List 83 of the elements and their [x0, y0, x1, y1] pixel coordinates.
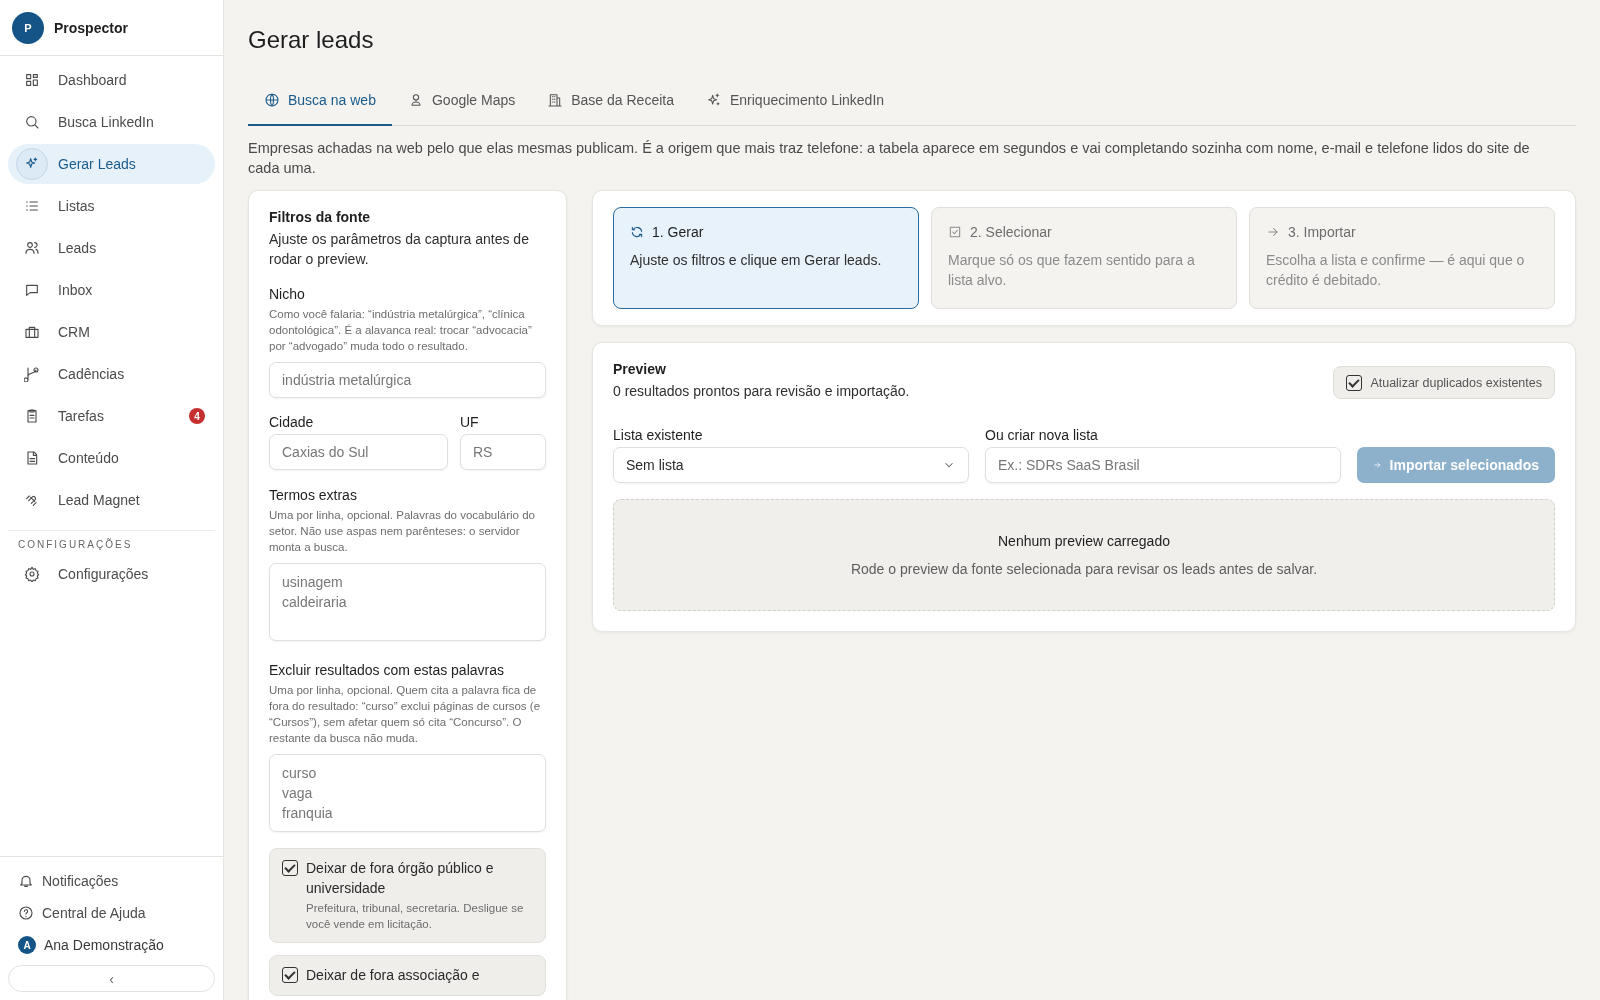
card-subtitle: Ajuste os parâmetros da captura antes de rodar o preview. [269, 230, 530, 269]
sidebar-item[interactable]: Leads [8, 228, 215, 268]
source-tab[interactable]: Enriquecimento LinkedIn [689, 92, 901, 126]
step-icon [1266, 225, 1280, 239]
sidebar-item[interactable]: Cadências [8, 354, 215, 394]
sidebar-item[interactable]: Inbox [8, 270, 215, 310]
nav-icon [24, 72, 40, 88]
nav-icon [24, 240, 40, 256]
page-title: Gerar leads [248, 26, 375, 54]
collapse-button[interactable]: ‹ [8, 965, 215, 992]
nav-icon [24, 282, 40, 298]
sidebar-item[interactable]: Listas [8, 186, 215, 226]
nav-icon [24, 492, 40, 508]
nav-icon [24, 450, 40, 466]
update-duplicates-toggle[interactable]: Atualizar duplicados existentes [1333, 366, 1555, 399]
user-avatar: A [18, 936, 36, 954]
help-link[interactable]: Central de Ajuda [8, 897, 215, 929]
tab-icon [547, 92, 564, 108]
new-list-field[interactable]: Ex.: SDRs SaaS Brasil [985, 447, 1341, 483]
source-tab[interactable]: Google Maps [391, 92, 532, 126]
sidebar-item[interactable]: Gerar Leads [8, 144, 215, 184]
bell-icon [18, 873, 34, 889]
empty-text: Rode o preview da fonte selecionada para revisar os leads antes de salvar. [850, 561, 1318, 577]
user-name[interactable]: Ana Demonstração [44, 937, 164, 953]
sidebar-item[interactable]: Configurações [8, 554, 215, 594]
logo-avatar: P [12, 11, 44, 44]
toggle-label: Atualizar duplicados existentes [1370, 375, 1542, 390]
sidebar-item[interactable]: Dashboard [8, 60, 215, 100]
field-label: UF [460, 414, 480, 430]
checkbox[interactable] [282, 860, 298, 876]
option-label: Deixar de fora associação e [306, 966, 480, 985]
help-icon [18, 905, 34, 921]
page-description: Empresas achadas na web pelo que elas mesmas publicam. É a origem que mais traz telefone: a tabela aparece em segundos e vai completando sozinha com nome, e-mail e telefone lidos do site de cada uma. [248, 139, 1531, 178]
sidebar-item[interactable]: Conteúdo [8, 438, 215, 478]
field-label: Cidade [269, 414, 315, 430]
notifications-link[interactable]: Notificações [8, 865, 215, 897]
card-title: Filtros da fonte [269, 209, 372, 225]
empty-title: Nenhum preview carregado [998, 533, 1170, 549]
card-subtitle: 0 resultados prontos para revisão e importação. [613, 382, 910, 401]
field-hint: Uma por linha, opcional. Quem cita a palavra fica de fora do resultado: “curso” exclui páginas de cursos (e “Cursos”), sem afetar quem só cita “Concurso”. O restante da busca não muda. [269, 683, 542, 746]
nav-icon [24, 324, 40, 340]
sidebar-item[interactable]: Lead Magnet [8, 480, 215, 520]
state-field[interactable]: RS [460, 434, 546, 470]
step-icon [630, 225, 644, 239]
option-hint: Prefeitura, tribunal, secretaria. Desligue se você vende em licitação. [306, 901, 525, 932]
tab-icon [264, 92, 280, 108]
step-text: Marque só os que fazem sentido para a lista alvo. [948, 251, 1196, 290]
tab-icon [705, 92, 722, 108]
step-icon [948, 225, 962, 239]
list-dropdown[interactable]: Sem lista [613, 447, 969, 483]
step-text: Escolha a lista e confirme — é aqui que o crédito é debitado. [1266, 251, 1526, 290]
source-tab[interactable]: Busca na web [248, 92, 392, 126]
count-badge: 4 [189, 408, 205, 424]
field-hint: Como você falaria: “indústria metalúrgica”, “clínica odontológica”. É a alavanca real: trocar “advocacia” por “advogado” muda todo o resultado. [269, 307, 533, 354]
step-text: Ajuste os filtros e clique em Gerar leads. [630, 251, 883, 270]
nav-icon [24, 408, 40, 424]
field-hint: Uma por linha, opcional. Palavras do vocabulário do setor. Não use aspas nem parênteses: o servidor monta a busca. [269, 508, 536, 555]
nav-icon [24, 198, 40, 214]
option-label: Deixar de fora órgão público e universidade [306, 859, 495, 898]
step-title: 2. Selecionar [970, 224, 1052, 240]
field-label: Excluir resultados com estas palavras [269, 662, 505, 678]
card-title: Preview [613, 361, 667, 377]
exclude-words-field[interactable]: curso vaga franquia [269, 754, 546, 832]
field-label: Termos extras [269, 487, 358, 503]
section-title: CONFIGURAÇÕES [8, 530, 215, 550]
nav-icon [24, 366, 40, 382]
city-field[interactable]: Caxias do Sul [269, 434, 448, 470]
niche-field[interactable]: indústria metalúrgica [269, 362, 546, 398]
extra-terms-field[interactable]: usinagem caldeiraria [269, 563, 546, 641]
settings-icon [24, 566, 40, 582]
sidebar-item[interactable]: CRM [8, 312, 215, 352]
step-title: 1. Gerar [652, 224, 704, 240]
step-title: 3. Importar [1288, 224, 1356, 240]
field-label: Ou criar nova lista [985, 427, 1099, 443]
checkbox[interactable] [282, 967, 298, 983]
app-name: Prospector [54, 19, 128, 36]
field-label: Lista existente [613, 427, 704, 443]
sidebar-item[interactable]: Tarefas 4 [8, 396, 215, 436]
checkbox[interactable] [1346, 374, 1363, 391]
nav-icon [24, 114, 40, 130]
sidebar-item[interactable]: Busca LinkedIn [8, 102, 215, 142]
field-label: Nicho [269, 286, 306, 302]
source-tab[interactable]: Base da Receita [531, 92, 690, 126]
